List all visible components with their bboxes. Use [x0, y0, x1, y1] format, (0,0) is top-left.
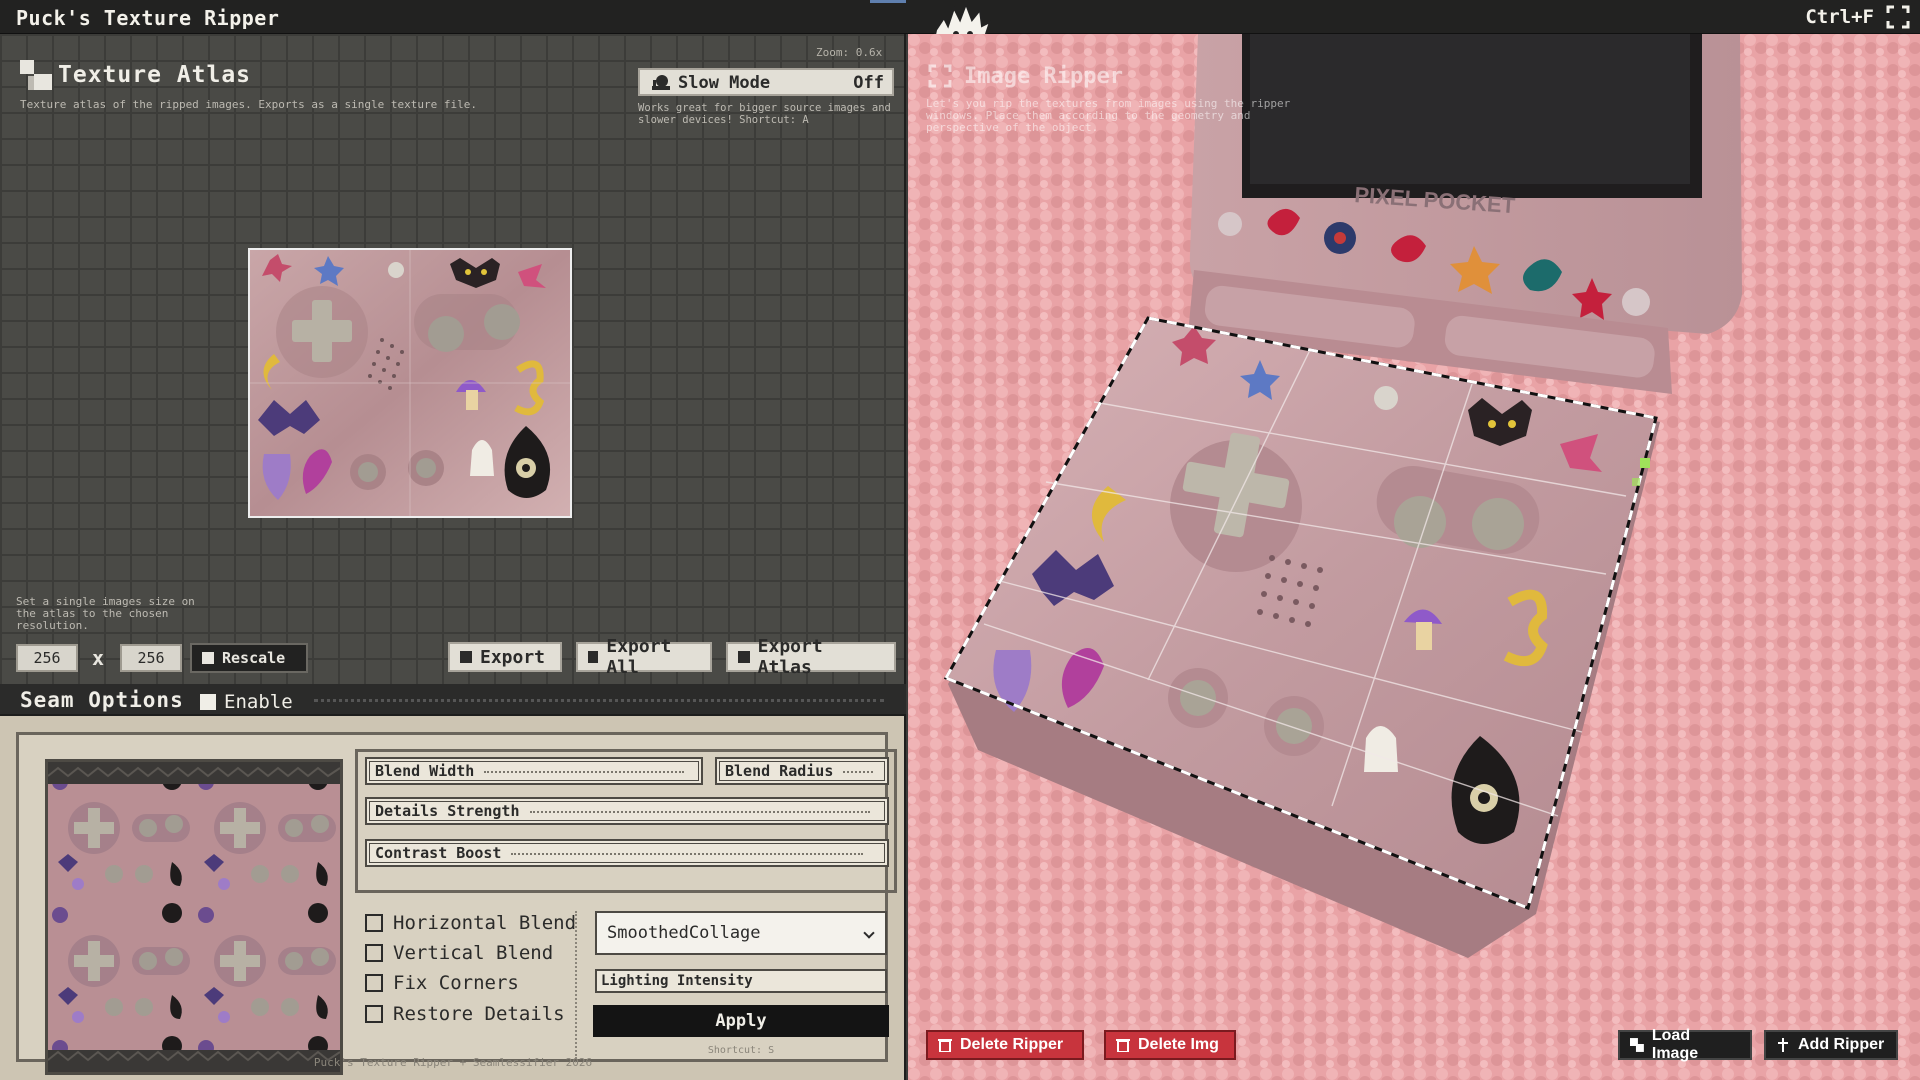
- slow-mode-label: Slow Mode: [678, 73, 771, 93]
- export-all-button[interactable]: Export All: [576, 636, 712, 678]
- seam-options-panel: Blend Width Blend Radius Details Strengt…: [0, 716, 906, 1080]
- source-photo[interactable]: PIXEL POCKET: [908, 34, 1920, 1080]
- trash-icon: [938, 1039, 952, 1052]
- blend-width-label: Blend Width: [375, 762, 475, 780]
- fullscreen-icon[interactable]: [1886, 5, 1910, 29]
- seam-options-frame: Blend Width Blend Radius Details Strengt…: [16, 732, 897, 1075]
- restore-details-label: Restore Details: [393, 1003, 565, 1025]
- export-button[interactable]: Export: [448, 642, 562, 672]
- add-icon: [1778, 1038, 1788, 1052]
- delete-ripper-label: Delete Ripper: [960, 1036, 1064, 1053]
- add-ripper-label: Add Ripper: [1798, 1036, 1885, 1053]
- contrast-boost-slider[interactable]: Contrast Boost: [365, 839, 889, 867]
- apply-button[interactable]: Apply: [593, 1005, 889, 1037]
- vertical-blend-checkbox[interactable]: [365, 944, 383, 962]
- add-ripper-button[interactable]: Add Ripper: [1764, 1030, 1898, 1060]
- details-strength-track[interactable]: [529, 810, 870, 813]
- panel-divider-accent: [870, 0, 906, 3]
- contrast-boost-label: Contrast Boost: [375, 844, 502, 862]
- atlas-title: Texture Atlas: [58, 62, 252, 88]
- header-divider: [314, 699, 884, 702]
- rescale-width-input[interactable]: 256: [16, 644, 78, 672]
- chevron-down-icon: [863, 927, 875, 939]
- square-icon: [202, 652, 214, 664]
- export-atlas-icon: [738, 651, 750, 663]
- blend-width-track[interactable]: [484, 770, 685, 773]
- seamless-preview: [45, 759, 343, 1075]
- texture-atlas-panel: Texture Atlas Texture atlas of the rippe…: [0, 34, 906, 684]
- export-atlas-button-label: Export Atlas: [757, 636, 823, 678]
- load-image-label: Load Image: [1651, 1027, 1699, 1062]
- blend-radius-slider[interactable]: Blend Radius: [715, 757, 889, 785]
- slow-mode-toggle[interactable]: Slow Mode Off: [638, 68, 894, 96]
- atlas-description: Texture atlas of the ripped images. Expo…: [20, 98, 477, 111]
- slow-mode-description: Works great for bigger source images and…: [638, 102, 891, 126]
- fix-corners-option[interactable]: Fix Corners: [365, 972, 519, 994]
- atlas-texture-image[interactable]: [248, 248, 572, 518]
- export-all-icon: [588, 651, 599, 663]
- ripper-title: Image Ripper: [964, 64, 1123, 89]
- seamless-preview-art: [48, 762, 340, 1072]
- snail-icon: [652, 75, 670, 90]
- image-ripper-panel: PIXEL POCKET Image Ripper Let's you rip …: [908, 34, 1920, 1080]
- horizontal-blend-checkbox[interactable]: [365, 914, 383, 932]
- load-image-button[interactable]: Load Image: [1618, 1027, 1752, 1062]
- footer-credit: Puck's Texture Ripper + Seamlessifier 20…: [313, 1056, 593, 1069]
- trash-icon: [1116, 1039, 1130, 1052]
- delete-img-label: Delete Img: [1138, 1036, 1219, 1053]
- seam-options-header: Seam Options Enable: [0, 684, 906, 716]
- times-sign: x: [92, 646, 105, 670]
- ripper-description: Let's you rip the textures from images u…: [926, 97, 1291, 134]
- rescale-description: Set a single images size on the atlas to…: [16, 595, 195, 632]
- export-all-button-label: Export All: [606, 636, 672, 678]
- restore-details-option[interactable]: Restore Details: [365, 1003, 565, 1025]
- fullscreen-shortcut: Ctrl+F: [1805, 6, 1874, 28]
- rescale-button[interactable]: Rescale: [190, 643, 308, 673]
- restore-details-checkbox[interactable]: [365, 1005, 383, 1023]
- app-title: Puck's Texture Ripper: [16, 6, 280, 30]
- vertical-blend-label: Vertical Blend: [393, 942, 554, 964]
- contrast-boost-track[interactable]: [511, 852, 864, 855]
- options-divider: [575, 911, 577, 1059]
- export-atlas-button[interactable]: Export Atlas: [726, 636, 896, 678]
- horizontal-blend-label: Horizontal Blend: [393, 912, 577, 934]
- vertical-blend-option[interactable]: Vertical Blend: [365, 942, 553, 964]
- apply-shortcut-hint: Shortcut: S: [707, 1045, 775, 1056]
- enable-label: Enable: [224, 691, 293, 713]
- export-icon: [460, 651, 472, 663]
- slow-mode-value: Off: [853, 73, 884, 93]
- seam-options-title: Seam Options: [20, 688, 184, 712]
- details-strength-label: Details Strength: [375, 802, 520, 820]
- blend-mode-value: SmoothedCollage: [607, 923, 761, 943]
- seam-enable-toggle[interactable]: Enable: [200, 691, 293, 713]
- image-icon: [1630, 1038, 1644, 1052]
- export-button-label: Export: [480, 646, 546, 668]
- ripper-icon: [928, 64, 952, 88]
- details-strength-slider[interactable]: Details Strength: [365, 797, 889, 825]
- lighting-intensity-slider[interactable]: Lighting Intensity: [595, 969, 887, 993]
- title-bar: Puck's Texture Ripper Ctrl+F: [0, 0, 1920, 53]
- blend-width-slider[interactable]: Blend Width: [365, 757, 703, 785]
- blend-mode-select[interactable]: SmoothedCollage: [595, 911, 887, 955]
- rescale-height-input[interactable]: 256: [120, 644, 182, 672]
- enable-checkbox[interactable]: [200, 694, 216, 710]
- atlas-icon: [20, 60, 52, 90]
- blend-radius-track[interactable]: [843, 770, 874, 773]
- fix-corners-checkbox[interactable]: [365, 974, 383, 992]
- horizontal-blend-option[interactable]: Horizontal Blend: [365, 912, 576, 934]
- delete-ripper-button[interactable]: Delete Ripper: [926, 1030, 1084, 1060]
- fix-corners-label: Fix Corners: [393, 972, 519, 994]
- zoom-level: Zoom: 0.6x: [816, 46, 883, 59]
- atlas-texture-art: [250, 250, 570, 516]
- blend-radius-label: Blend Radius: [725, 762, 834, 780]
- delete-img-button[interactable]: Delete Img: [1104, 1030, 1236, 1060]
- rescale-button-label: Rescale: [222, 649, 286, 667]
